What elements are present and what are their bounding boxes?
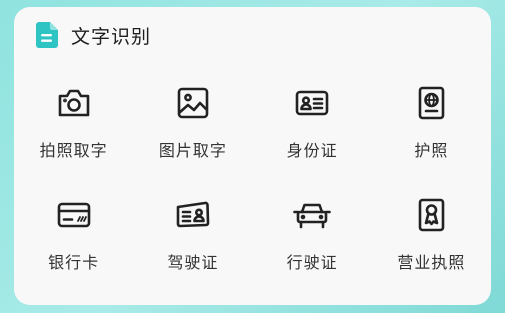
tile-driver-license[interactable]: 驾驶证 xyxy=(133,185,252,297)
tile-label: 银行卡 xyxy=(48,253,100,272)
tile-label: 拍照取字 xyxy=(39,141,108,160)
vehicle-license-icon xyxy=(292,195,332,235)
tile-vehicle-license[interactable]: 行驶证 xyxy=(253,185,372,297)
tile-id-card[interactable]: 身份证 xyxy=(253,73,372,185)
tile-label: 护照 xyxy=(414,141,449,160)
tile-image-ocr[interactable]: 图片取字 xyxy=(133,73,252,185)
card-header: 文字识别 xyxy=(36,21,151,49)
camera-icon xyxy=(54,83,94,123)
tile-business-license[interactable]: 营业执照 xyxy=(372,185,491,297)
document-icon xyxy=(36,22,58,48)
tile-photo-ocr[interactable]: 拍照取字 xyxy=(14,73,133,185)
bank-card-icon xyxy=(54,195,94,235)
tile-label: 驾驶证 xyxy=(167,253,219,272)
tile-label: 身份证 xyxy=(286,141,338,160)
tile-label: 营业执照 xyxy=(397,253,466,272)
tile-passport[interactable]: 护照 xyxy=(372,73,491,185)
id-card-icon xyxy=(292,83,332,123)
tile-label: 图片取字 xyxy=(158,141,227,160)
tile-label: 行驶证 xyxy=(286,253,338,272)
image-icon xyxy=(173,83,213,123)
ocr-options-grid: 拍照取字 图片取字 身份证 护照 银行卡 驾驶证 行驶证 营业执照 xyxy=(14,73,491,297)
business-license-icon xyxy=(411,195,451,235)
tile-bank-card[interactable]: 银行卡 xyxy=(14,185,133,297)
ocr-card: 文字识别 拍照取字 图片取字 身份证 护照 银行卡 驾驶证 行驶证 营业执照 xyxy=(14,7,491,305)
card-title: 文字识别 xyxy=(71,25,152,48)
passport-icon xyxy=(411,83,451,123)
driver-license-icon xyxy=(173,195,213,235)
